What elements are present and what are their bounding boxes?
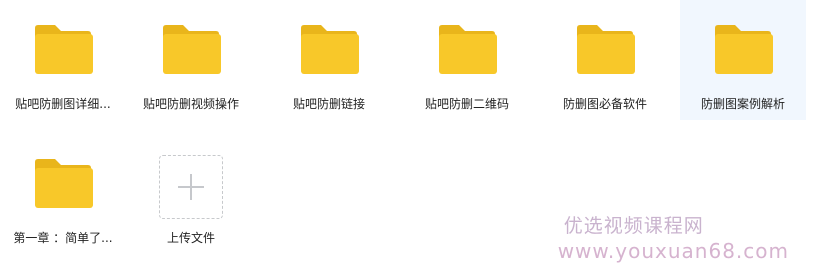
folder-icon <box>33 158 93 208</box>
upload-file-item[interactable]: 上传文件 <box>128 134 254 254</box>
folder-icon <box>713 24 773 74</box>
folder-item[interactable]: 贴吧防删视频操作 <box>128 0 254 120</box>
folder-item[interactable]: 贴吧防删二维码 <box>404 0 530 120</box>
folder-icon <box>33 24 93 74</box>
folder-item[interactable]: 贴吧防删图详细... <box>0 0 126 120</box>
folder-item[interactable]: 防删图必备软件 <box>542 0 668 120</box>
folder-name: 贴吧防删图详细... <box>15 97 111 111</box>
folder-item[interactable]: 贴吧防删链接 <box>266 0 392 120</box>
folder-name: 贴吧防删二维码 <box>424 97 509 111</box>
upload-button[interactable] <box>159 155 223 219</box>
folder-icon <box>299 24 359 74</box>
folder-name: 防删图必备软件 <box>562 97 647 111</box>
plus-icon <box>178 174 204 200</box>
folder-name: 贴吧防删链接 <box>292 97 365 111</box>
file-grid: 贴吧防删图详细... 贴吧防删视频操作 贴吧防删链接 贴吧防删二维码 防删图必备… <box>0 0 813 264</box>
upload-label: 上传文件 <box>166 231 215 245</box>
folder-name: 第一章 ：简单了... <box>13 231 113 245</box>
folder-icon <box>437 24 497 74</box>
folder-item[interactable]: 第一章 ：简单了... <box>0 134 126 254</box>
folder-icon <box>161 24 221 74</box>
folder-icon <box>575 24 635 74</box>
folder-name: 防删图案例解析 <box>700 97 785 111</box>
folder-name: 贴吧防删视频操作 <box>142 97 239 111</box>
folder-item[interactable]: 防删图案例解析 <box>680 0 806 120</box>
